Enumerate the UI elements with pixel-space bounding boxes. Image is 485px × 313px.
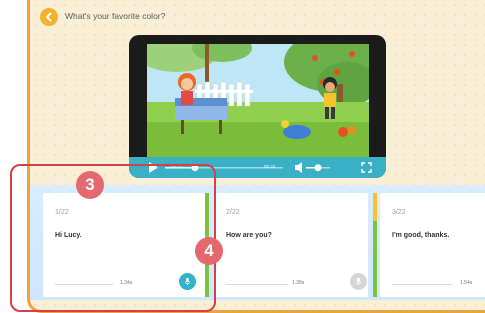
- cartoon-scene: [147, 44, 369, 159]
- annotation-badge: 3: [76, 171, 104, 199]
- chevron-left-icon: [46, 12, 52, 22]
- card-divider-yellow: [373, 193, 377, 221]
- card-duration: 1.54s: [460, 280, 473, 286]
- card-index: 2/22: [226, 209, 240, 216]
- recording-bar: [392, 284, 452, 285]
- back-button[interactable]: [40, 8, 58, 26]
- volume-slider[interactable]: [306, 163, 330, 172]
- microphone-icon: [355, 277, 362, 286]
- highlight-box: [10, 164, 216, 312]
- annotation-badge: 4: [195, 237, 223, 265]
- lesson-title: What's your favorite color?: [65, 11, 166, 21]
- card-divider-green: [373, 221, 377, 297]
- video-frame[interactable]: [147, 44, 369, 159]
- fullscreen-button[interactable]: [359, 160, 374, 175]
- recording-bar: [226, 284, 288, 285]
- record-button[interactable]: [350, 273, 367, 290]
- sentence-card[interactable]: 2/22 How are you? 1.38s: [214, 193, 368, 297]
- volume-button[interactable]: [293, 160, 304, 175]
- card-index: 3/22: [392, 209, 406, 216]
- card-sentence: I'm good, thanks.: [392, 232, 450, 239]
- sentence-card[interactable]: 3/22 I'm good, thanks. 1.54s: [380, 193, 485, 297]
- card-duration: 1.38s: [292, 280, 305, 286]
- card-sentence: How are you?: [226, 232, 272, 239]
